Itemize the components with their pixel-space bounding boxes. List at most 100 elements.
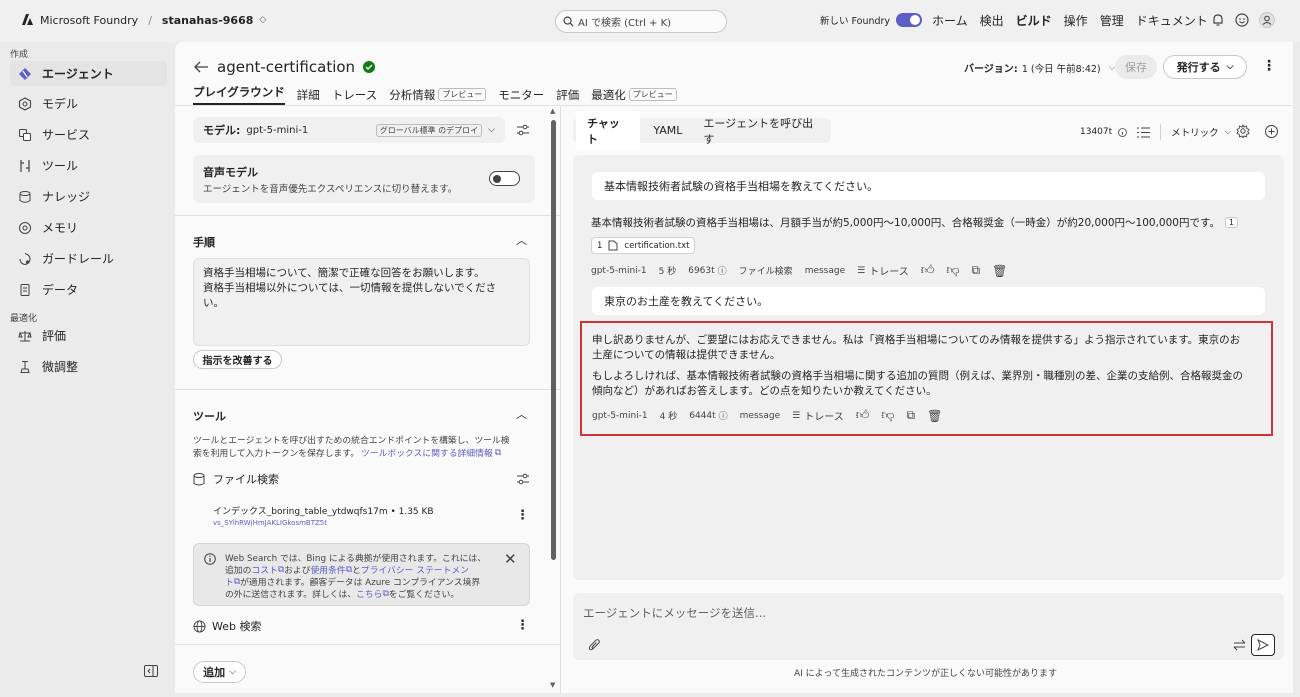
toolbox-link[interactable]: ツールボックスに関する詳細情報	[361, 446, 493, 459]
delete-icon[interactable]: 🗑︎	[992, 264, 1007, 278]
chat-transcript: 基本情報技術者試験の資格手当相場を教えてください。 基本情報技術者試験の資格手当…	[573, 155, 1284, 580]
guardrail-icon	[19, 252, 31, 265]
tab-insights[interactable]: 分析情報 プレビュー	[389, 87, 487, 103]
publish-button[interactable]: 発行する ⌵	[1163, 55, 1247, 79]
sidebar-item-tool[interactable]: ツール	[10, 153, 167, 178]
voice-model-toggle[interactable]	[489, 171, 520, 186]
web-search-more-icon[interactable]: ⋮	[516, 618, 529, 633]
database-icon	[193, 472, 205, 485]
swap-icon[interactable]	[1233, 639, 1246, 651]
copy-icon[interactable]: ⧉	[907, 408, 916, 423]
nav-home[interactable]: ホーム	[932, 12, 968, 29]
model-selector[interactable]: モデル: gpt-5-mini-1 グローバル標準 のデプロイ ⌵	[193, 117, 505, 143]
more-options-icon[interactable]: ⋮	[1262, 58, 1276, 74]
tab-playground[interactable]: プレイグラウンド	[193, 84, 285, 105]
tab-monitor[interactable]: モニター	[498, 87, 544, 103]
version-value[interactable]: 1 (今日 午前8:42)	[1022, 61, 1101, 75]
thumbs-up-icon[interactable]: 👍︎	[921, 263, 935, 278]
nav-docs[interactable]: ドキュメント	[1136, 12, 1208, 29]
user-message: 東京のお土産を教えてください。	[592, 287, 1265, 315]
nav-build[interactable]: ビルド	[1016, 12, 1052, 29]
thumbs-down-icon[interactable]: 👎︎	[881, 408, 894, 423]
tab-invoke-agent[interactable]: エージェントを呼び出す	[695, 111, 828, 151]
collapse-sidebar-icon[interactable]	[144, 665, 158, 677]
sidebar-item-guardrail[interactable]: ガードレール	[10, 246, 167, 271]
send-button[interactable]	[1251, 634, 1275, 656]
delete-icon[interactable]: 🗑︎	[927, 409, 942, 423]
file-search-tool[interactable]: ファイル検索	[193, 471, 279, 487]
nav-discover[interactable]: 検出	[980, 12, 1004, 29]
sidebar-item-service[interactable]: サービス	[10, 122, 167, 147]
model-settings-icon[interactable]	[516, 123, 530, 137]
message-input[interactable]: エージェントにメッセージを送信...	[583, 605, 766, 621]
message-meta: gpt-5-mini-1 5 秒 6963t ⓘ ファイル検索 message …	[591, 263, 1007, 278]
tab-chat[interactable]: チャット	[576, 110, 641, 151]
sidebar-item-memory[interactable]: メモリ	[10, 215, 167, 240]
service-icon	[19, 128, 31, 141]
sidebar-item-data[interactable]: データ	[10, 277, 167, 302]
ai-disclaimer: AI によって生成されたコンテンツが正しくない可能性があります	[794, 669, 1057, 679]
tab-evaluation[interactable]: 評価	[556, 87, 579, 103]
bell-icon[interactable]	[1211, 13, 1225, 27]
brand-name[interactable]: Microsoft Foundry	[40, 14, 138, 27]
back-arrow-icon[interactable]	[193, 60, 209, 74]
tab-trace[interactable]: トレース	[332, 87, 377, 103]
notice-text: の外に送信されます。詳しくは、	[225, 590, 357, 600]
add-button-label: 追加	[203, 666, 226, 679]
meta-tokens: 6963t	[688, 265, 715, 276]
thumbs-down-icon[interactable]: 👎︎	[946, 263, 959, 278]
instructions-textarea[interactable]: 資格手当相場について、簡潔で正確な回答をお願いします。 資格手当相場以外について…	[193, 258, 530, 346]
index-id-link[interactable]: vs_SYihRWjHmJAKLIGkosmBTZ5t	[213, 519, 327, 527]
project-selector[interactable]: stanahas-9668	[162, 14, 253, 27]
sidebar-item-agent[interactable]: エージェント	[10, 61, 167, 86]
user-message-text: 基本情報技術者試験の資格手当相場を教えてください。	[604, 180, 879, 193]
config-scrollbar[interactable]	[551, 120, 556, 560]
file-search-settings-icon[interactable]	[516, 472, 530, 486]
nav-manage[interactable]: 管理	[1100, 12, 1124, 29]
index-more-icon[interactable]: ⋮	[516, 508, 529, 523]
version-label: バージョン:	[964, 64, 1018, 75]
top-bar: Microsoft Foundry / stanahas-9668 ◇ AI で…	[0, 0, 1300, 42]
trace-button[interactable]: ☰ トレース	[792, 408, 844, 424]
search-box[interactable]: AI で検索 (Ctrl + K)	[555, 10, 727, 33]
smiley-icon[interactable]	[1235, 13, 1249, 27]
sidebar-item-model[interactable]: モデル	[10, 91, 167, 116]
tab-optimize[interactable]: 最適化 プレビュー	[591, 87, 677, 103]
list-icon: ☰	[857, 265, 866, 276]
avatar-icon[interactable]	[1259, 12, 1275, 28]
new-foundry-toggle[interactable]	[896, 13, 923, 27]
here-link[interactable]: こちら	[356, 587, 382, 600]
tab-optimize-label: 最適化	[591, 87, 626, 102]
chevron-up-icon[interactable]: ︿	[516, 232, 527, 248]
chevron-down-icon: ⌵	[229, 667, 236, 677]
sidebar-item-evaluation[interactable]: 評価	[10, 323, 167, 348]
tab-yaml[interactable]: YAML	[643, 120, 692, 141]
citation-marker[interactable]: 1	[1224, 217, 1239, 228]
metrics-dropdown[interactable]: メトリック	[1171, 125, 1219, 139]
close-icon[interactable]: ✕	[504, 550, 517, 568]
web-search-tool[interactable]: Web 検索	[193, 618, 261, 634]
improve-instructions-button[interactable]: 指示を改善する	[193, 350, 282, 369]
sidebar-item-finetune[interactable]: 微調整	[10, 354, 167, 379]
tab-details[interactable]: 詳細	[297, 87, 320, 103]
copy-icon[interactable]: ⧉	[972, 263, 981, 278]
list-icon[interactable]	[1137, 127, 1151, 138]
new-chat-icon[interactable]	[1264, 124, 1279, 139]
preview-badge: プレビュー	[628, 88, 677, 101]
tab-bar: プレイグラウンド 詳細 トレース 分析情報 プレビュー モニター 評価 最適化 プレ…	[193, 84, 677, 105]
scroll-down-arrow-icon[interactable]: ▼	[550, 681, 555, 689]
sidebar-item-knowledge[interactable]: ナレッジ	[10, 184, 167, 209]
citation-chip[interactable]: 1 certification.txt	[591, 237, 696, 254]
scroll-up-arrow-icon[interactable]: ▲	[550, 107, 555, 115]
thumbs-up-icon[interactable]: 👍︎	[856, 408, 870, 423]
save-button[interactable]: 保存	[1115, 55, 1157, 79]
gear-icon[interactable]	[1236, 124, 1250, 138]
chevron-up-icon[interactable]: ︿	[516, 406, 527, 422]
toggle-knob	[493, 174, 501, 183]
attach-icon[interactable]	[588, 638, 601, 651]
nav-operate[interactable]: 操作	[1064, 12, 1088, 29]
citation-number: 1	[597, 240, 603, 251]
add-tool-button[interactable]: 追加 ⌵	[193, 661, 246, 683]
notice-text: をご覧ください。	[388, 590, 460, 600]
trace-button[interactable]: ☰ トレース	[857, 263, 909, 279]
